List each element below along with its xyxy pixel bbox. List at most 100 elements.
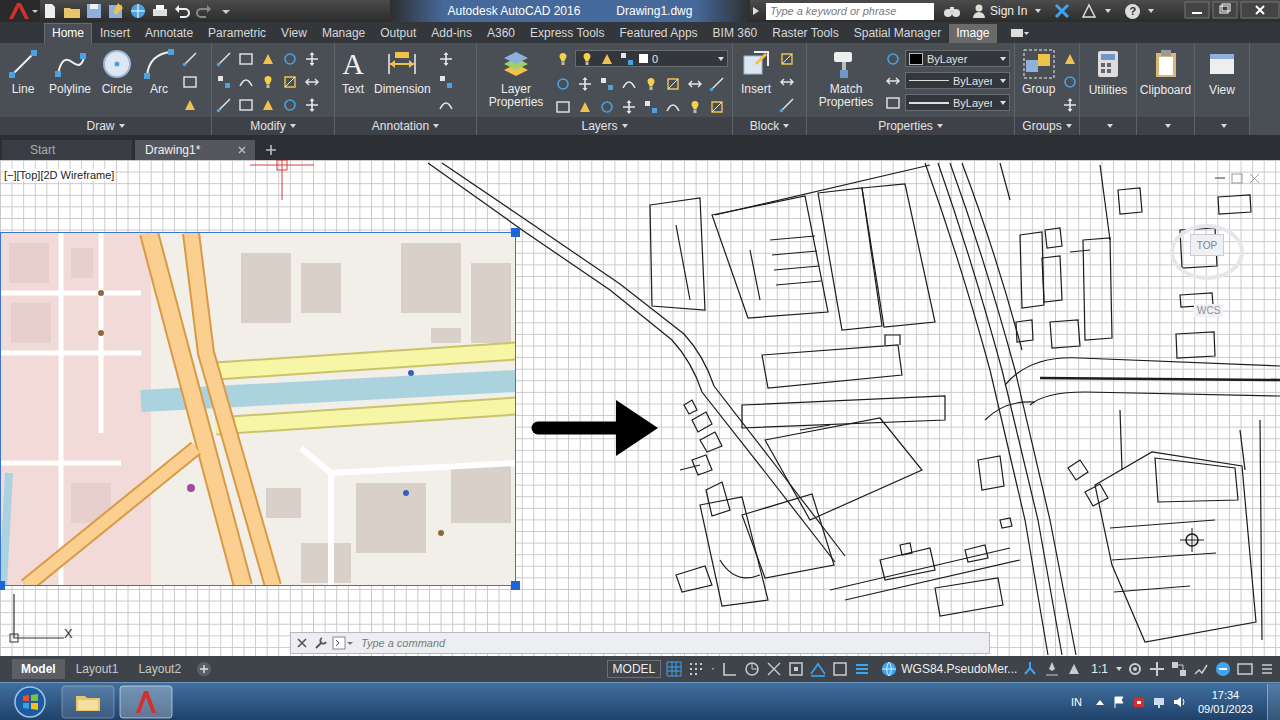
ucs-menu[interactable]: WCS bbox=[1194, 304, 1223, 317]
tool-icon[interactable] bbox=[282, 74, 298, 90]
ribbon-tool-button[interactable]: Arc bbox=[140, 48, 178, 96]
layer-on-icon[interactable] bbox=[579, 51, 595, 67]
redo-icon[interactable] bbox=[194, 1, 214, 21]
customize-icon[interactable] bbox=[216, 1, 236, 21]
network-icon[interactable] bbox=[1152, 695, 1166, 709]
autocad-logo-icon[interactable] bbox=[0, 0, 40, 22]
tool-icon[interactable] bbox=[304, 51, 320, 67]
ribbon-tool-button[interactable]: Layer Properties bbox=[481, 48, 551, 109]
start-button-icon[interactable] bbox=[4, 684, 56, 720]
web-icon[interactable] bbox=[128, 1, 148, 21]
tool-icon[interactable] bbox=[182, 51, 198, 67]
panel-title-bar[interactable]: Groups bbox=[1015, 117, 1079, 135]
clock[interactable]: 17:3409/01/2023 bbox=[1198, 688, 1253, 716]
status-toggle-icon[interactable] bbox=[721, 660, 739, 678]
close-command-line-icon[interactable] bbox=[294, 635, 310, 651]
ribbon-tool-button[interactable]: Group bbox=[1019, 48, 1058, 96]
tool-icon[interactable] bbox=[643, 76, 659, 92]
status-toggle-icon[interactable] bbox=[809, 660, 827, 678]
color-icon[interactable] bbox=[885, 51, 901, 67]
tool-icon[interactable] bbox=[260, 97, 276, 113]
tool-icon[interactable] bbox=[1062, 74, 1078, 90]
close-tab-icon[interactable] bbox=[237, 145, 247, 155]
action-center-icon[interactable] bbox=[1112, 695, 1126, 709]
status-toggle-icon[interactable] bbox=[743, 660, 761, 678]
ribbon-tool-button[interactable]: Polyline bbox=[46, 48, 94, 96]
color-dropdown[interactable]: ByLayer bbox=[905, 50, 1010, 67]
language-indicator[interactable]: IN bbox=[1071, 696, 1082, 708]
ribbon-tab[interactable]: Spatial Manager bbox=[847, 24, 948, 43]
tool-icon[interactable] bbox=[555, 76, 571, 92]
ribbon-tool-button[interactable]: AText bbox=[339, 48, 367, 96]
layout-tab[interactable]: Layout1 bbox=[67, 659, 128, 679]
file-tab[interactable]: Start bbox=[2, 140, 132, 160]
tool-icon[interactable] bbox=[665, 76, 681, 92]
save-as-icon[interactable] bbox=[106, 1, 126, 21]
search-input[interactable] bbox=[766, 3, 934, 20]
new-icon[interactable] bbox=[40, 1, 60, 21]
ribbon-tool-button[interactable]: Line bbox=[4, 48, 42, 96]
coordinate-system-button[interactable]: WGS84.PseudoMer... bbox=[901, 662, 1017, 676]
volume-icon[interactable] bbox=[1172, 695, 1186, 709]
tool-icon[interactable] bbox=[282, 97, 298, 113]
panel-title-bar[interactable]: Annotation bbox=[335, 117, 476, 135]
panel-title-bar[interactable] bbox=[1195, 117, 1249, 135]
status-tool-icon[interactable] bbox=[1148, 660, 1166, 678]
tool-icon[interactable] bbox=[621, 99, 637, 115]
new-layout-icon[interactable] bbox=[196, 661, 212, 677]
show-hidden-icons-icon[interactable] bbox=[1094, 696, 1106, 708]
tool-icon[interactable] bbox=[216, 51, 232, 67]
globe-icon[interactable] bbox=[881, 661, 897, 677]
layer-freeze-icon[interactable] bbox=[599, 51, 615, 67]
status-toggle-icon[interactable] bbox=[787, 660, 805, 678]
tool-icon[interactable] bbox=[779, 97, 795, 113]
viewcube[interactable]: TOPWCS bbox=[1166, 216, 1250, 326]
new-tab-icon[interactable] bbox=[262, 141, 280, 159]
ribbon-tab[interactable]: Raster Tools bbox=[765, 24, 845, 43]
grip[interactable] bbox=[511, 581, 520, 590]
tool-icon[interactable] bbox=[687, 76, 703, 92]
tool-icon[interactable] bbox=[182, 97, 198, 113]
status-toggle-icon[interactable] bbox=[831, 660, 849, 678]
status-tool-icon[interactable] bbox=[1170, 660, 1188, 678]
tool-icon[interactable] bbox=[643, 99, 659, 115]
tool-icon[interactable] bbox=[282, 51, 298, 67]
tool-icon[interactable] bbox=[260, 51, 276, 67]
file-tab[interactable]: Drawing1* bbox=[135, 140, 255, 160]
tool-icon[interactable] bbox=[779, 51, 795, 67]
sign-in-button[interactable]: Sign In bbox=[990, 4, 1027, 18]
layer-lock-icon[interactable] bbox=[619, 51, 635, 67]
linetype-dropdown[interactable]: ByLayer bbox=[905, 72, 1010, 89]
ribbon-tab[interactable]: Featured Apps bbox=[613, 24, 705, 43]
close-icon[interactable] bbox=[1240, 1, 1280, 19]
tool-icon[interactable] bbox=[438, 51, 454, 67]
drawing-area[interactable]: [−][Top][2D Wireframe]TOPWCSX bbox=[0, 160, 1280, 656]
panel-title-bar[interactable]: Properties bbox=[807, 117, 1014, 135]
ribbon-tool-button[interactable]: Circle bbox=[98, 48, 136, 96]
expand-arrow-icon[interactable] bbox=[750, 5, 762, 17]
lineweight-icon[interactable] bbox=[885, 95, 901, 111]
exchange-apps-icon[interactable] bbox=[1053, 3, 1071, 19]
lineweight-dropdown[interactable]: ByLayer bbox=[905, 94, 1010, 111]
ribbon-tab[interactable]: Insert bbox=[93, 24, 137, 43]
status-toggle-icon[interactable] bbox=[687, 660, 705, 678]
user-icon[interactable] bbox=[972, 3, 986, 19]
tool-icon[interactable] bbox=[709, 99, 725, 115]
tool-icon[interactable] bbox=[577, 99, 593, 115]
tool-icon[interactable] bbox=[555, 99, 571, 115]
ribbon-tab[interactable]: Annotate bbox=[138, 24, 200, 43]
command-input[interactable] bbox=[357, 634, 986, 652]
tool-icon[interactable] bbox=[182, 74, 198, 90]
annotation-scale-button[interactable]: 1:1 bbox=[1091, 662, 1108, 676]
annotation-icon[interactable] bbox=[1043, 660, 1061, 678]
viewport-controls[interactable]: [−][Top][2D Wireframe] bbox=[3, 169, 115, 181]
panel-title-bar[interactable] bbox=[1137, 117, 1194, 135]
tool-icon[interactable] bbox=[238, 51, 254, 67]
show-desktop-button[interactable] bbox=[1267, 684, 1280, 720]
tool-icon[interactable] bbox=[577, 76, 593, 92]
layout-tab[interactable]: Layout2 bbox=[129, 659, 190, 679]
layout-tab[interactable]: Model bbox=[12, 659, 65, 679]
status-tool-icon[interactable] bbox=[1258, 660, 1276, 678]
ribbon-tab[interactable]: Image bbox=[949, 24, 996, 43]
tool-icon[interactable] bbox=[665, 99, 681, 115]
